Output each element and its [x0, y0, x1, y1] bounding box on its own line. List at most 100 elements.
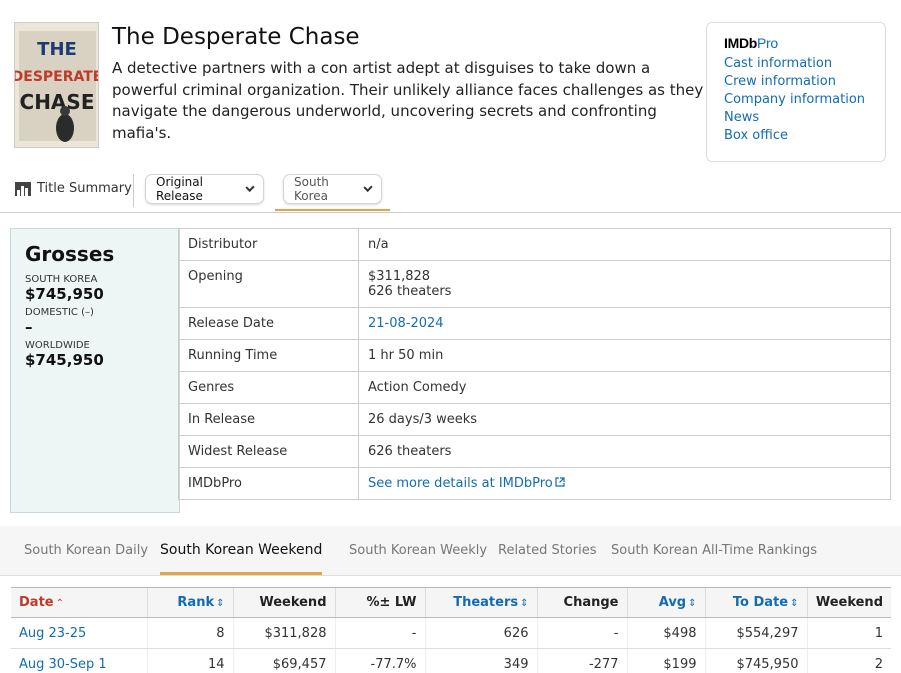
- detail-key: Genres: [178, 371, 359, 404]
- cell-weekend-number: 2: [806, 648, 891, 673]
- cell-to-date: $554,297: [704, 617, 807, 649]
- release-dropdown[interactable]: Original Release: [145, 174, 264, 204]
- detail-value: 26 days/3 weeks: [358, 403, 891, 436]
- tab-south-korean-daily[interactable]: South Korean Daily: [24, 543, 148, 558]
- link-cast-information[interactable]: Cast information: [724, 56, 832, 71]
- tab-all-time-rankings[interactable]: South Korean All-Time Rankings: [611, 543, 817, 558]
- cell-theaters: 349: [424, 648, 537, 673]
- poster-image: THE DESPERATE CHASE: [15, 23, 99, 147]
- detail-value: Action Comedy: [358, 371, 891, 404]
- detail-value: n/a: [358, 228, 891, 261]
- col-theaters[interactable]: Theaters ⇕: [424, 587, 537, 618]
- detail-row: Running Time 1 hr 50 min: [178, 339, 891, 372]
- domestic-gross: –: [25, 318, 33, 336]
- cell-weekend-gross: $311,828: [232, 617, 335, 649]
- detail-row: Opening $311,828 626 theaters: [178, 260, 891, 308]
- detail-key: Opening: [178, 260, 359, 308]
- chevron-down-icon: [245, 182, 255, 192]
- cell-date: Aug 30-Sep 1: [11, 648, 147, 673]
- weekend-table: Date ⌃ Rank ⇕ Weekend %± LW Theaters ⇕ Chan…: [11, 587, 891, 673]
- sort-icon: ⇕: [216, 598, 225, 609]
- cell-change: -: [536, 617, 627, 649]
- title-summary-label: Title Summary: [37, 181, 132, 196]
- detail-key: Widest Release: [178, 435, 359, 468]
- tab-related-stories[interactable]: Related Stories: [498, 543, 597, 558]
- detail-key: Release Date: [178, 307, 359, 340]
- col-date[interactable]: Date ⌃: [11, 587, 147, 618]
- link-box-office[interactable]: Box office: [724, 128, 788, 143]
- sort-icon: ⇕: [688, 598, 697, 609]
- sort-icon: ⇕: [520, 598, 529, 609]
- detail-value: 1 hr 50 min: [358, 339, 891, 372]
- link-news[interactable]: News: [724, 110, 759, 125]
- chevron-down-icon: [363, 182, 373, 192]
- divider: [133, 174, 134, 207]
- detail-key: Running Time: [178, 339, 359, 372]
- release-dropdown-value: Original Release: [156, 175, 203, 203]
- sort-asc-icon: ⌃: [55, 598, 64, 609]
- tab-south-korean-weekend[interactable]: South Korean Weekend: [160, 542, 322, 558]
- col-change: Change: [536, 587, 627, 618]
- detail-row: IMDbPro See more details at IMDbPro: [178, 467, 891, 500]
- col-to-date[interactable]: To Date ⇕: [704, 587, 807, 618]
- page-title: The Desperate Chase: [112, 24, 360, 50]
- imdbpro-logo[interactable]: IMDbPro: [724, 35, 885, 51]
- title-summary-link[interactable]: Title Summary: [15, 181, 132, 196]
- region-dropdown[interactable]: South Korea: [283, 174, 382, 204]
- col-change-lw: %± LW: [334, 587, 425, 618]
- imdbpro-links: Cast information Crew information Compan…: [724, 55, 885, 145]
- cell-rank: 14: [146, 648, 233, 673]
- poster-word-2: DESPERATE: [15, 69, 99, 85]
- detail-value: 21-08-2024: [358, 307, 891, 340]
- sort-icon: ⇕: [790, 598, 799, 609]
- external-link-icon: [555, 477, 565, 487]
- poster-word-1: THE: [37, 39, 77, 60]
- active-tab-underline: [160, 572, 322, 575]
- date-link[interactable]: Aug 30-Sep 1: [19, 657, 107, 672]
- grosses-panel: Grosses SOUTH KOREA $745,950 DOMESTIC (–…: [10, 228, 180, 513]
- detail-row: In Release 26 days/3 weeks: [178, 403, 891, 436]
- cell-avg: $498: [626, 617, 705, 649]
- detail-value: 626 theaters: [358, 435, 891, 468]
- region-dropdown-value: South Korea: [294, 175, 329, 203]
- link-company-information[interactable]: Company information: [724, 92, 865, 107]
- tab-south-korean-weekly[interactable]: South Korean Weekly: [349, 543, 487, 558]
- col-weekend-number: Weekend: [806, 587, 891, 618]
- cell-to-date: $745,950: [704, 648, 807, 673]
- cell-change-lw: -77.7%: [334, 648, 425, 673]
- movie-poster[interactable]: THE DESPERATE CHASE: [14, 22, 99, 148]
- detail-row: Distributor n/a: [178, 228, 891, 261]
- col-avg[interactable]: Avg ⇕: [626, 587, 705, 618]
- cell-avg: $199: [626, 648, 705, 673]
- table-header-row: Date ⌃ Rank ⇕ Weekend %± LW Theaters ⇕ Chan…: [11, 587, 891, 618]
- worldwide-label: WORLDWIDE: [25, 340, 90, 351]
- date-link[interactable]: Aug 23-25: [19, 626, 86, 641]
- cell-weekend-gross: $69,457: [232, 648, 335, 673]
- selector-row: Title Summary Original Release South Kor…: [0, 168, 901, 213]
- synopsis: A detective partners with a con artist a…: [112, 59, 704, 142]
- imdbpro-details-link[interactable]: See more details at IMDbPro: [368, 476, 565, 491]
- col-rank[interactable]: Rank ⇕: [146, 587, 233, 618]
- link-crew-information[interactable]: Crew information: [724, 74, 836, 89]
- detail-key: In Release: [178, 403, 359, 436]
- detail-value: See more details at IMDbPro: [358, 467, 891, 500]
- cell-rank: 8: [146, 617, 233, 649]
- cell-weekend-number: 1: [806, 617, 891, 649]
- region-active-underline: [275, 209, 390, 211]
- detail-row: Widest Release 626 theaters: [178, 435, 891, 468]
- detail-key: Distributor: [178, 228, 359, 261]
- domestic-label: DOMESTIC (–): [25, 307, 94, 318]
- release-details-table: Distributor n/a Opening $311,828 626 the…: [178, 228, 891, 500]
- cell-change: -277: [536, 648, 627, 673]
- south-korea-label: SOUTH KOREA: [25, 274, 98, 285]
- detail-row: Release Date 21-08-2024: [178, 307, 891, 340]
- cell-change-lw: -: [334, 617, 425, 649]
- release-date-link[interactable]: 21-08-2024: [368, 316, 444, 331]
- detail-value: $311,828 626 theaters: [358, 260, 891, 308]
- detail-row: Genres Action Comedy: [178, 371, 891, 404]
- grosses-heading: Grosses: [25, 242, 115, 266]
- bar-chart-icon: [15, 181, 31, 196]
- col-weekend-gross: Weekend: [232, 587, 335, 618]
- opening-theaters: 626 theaters: [368, 284, 452, 299]
- table-row: Aug 23-25 8 $311,828 - 626 - $498 $554,2…: [11, 617, 891, 649]
